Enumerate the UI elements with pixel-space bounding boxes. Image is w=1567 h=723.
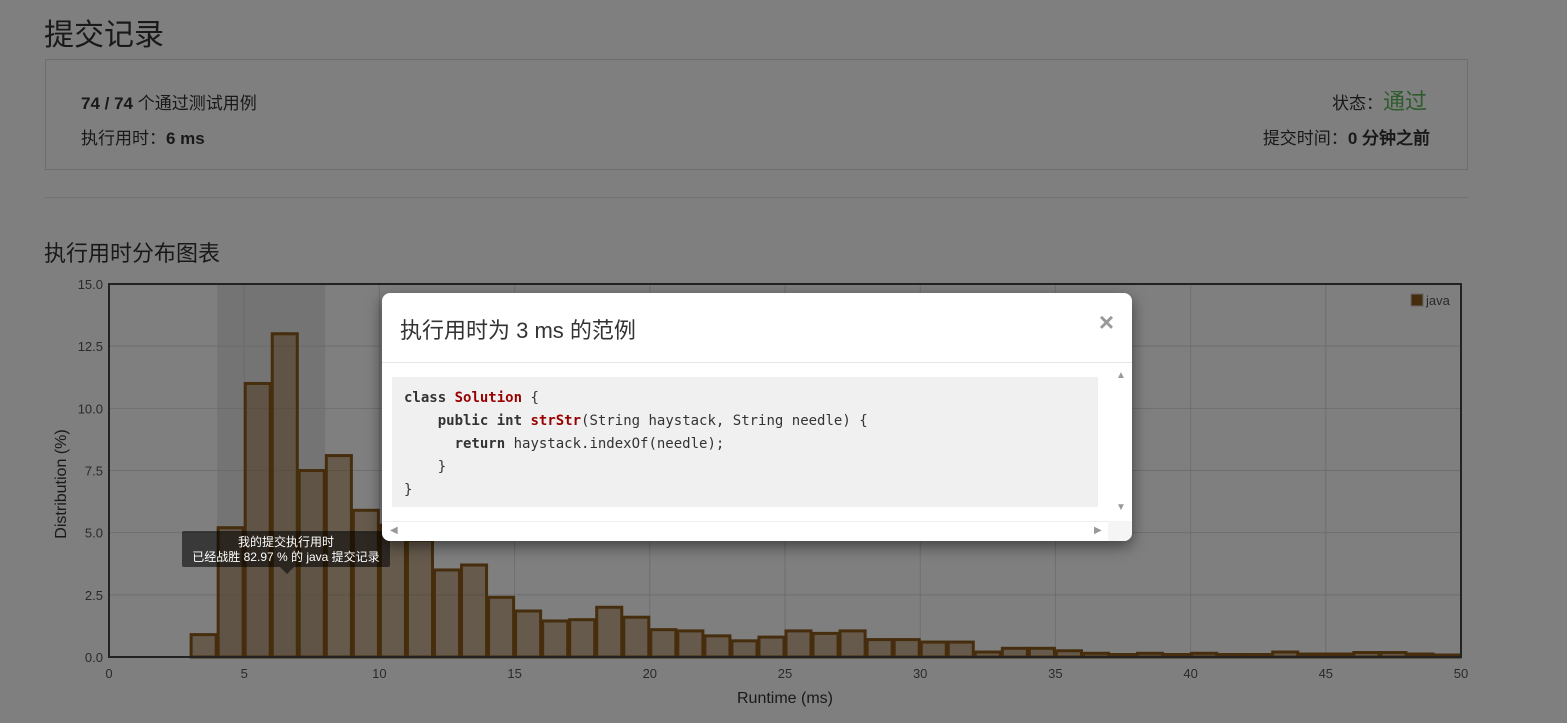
- submission-page: 提交记录 74 / 74 个通过测试用例 执行用时：6 ms 状态：通过 提交时…: [0, 0, 1567, 723]
- scroll-up-icon[interactable]: ▲: [1116, 371, 1126, 381]
- modal-header: 执行用时为 3 ms 的范例 ×: [382, 293, 1132, 363]
- modal-title: 执行用时为 3 ms 的范例: [400, 318, 636, 343]
- close-icon[interactable]: ×: [1099, 307, 1114, 338]
- my-runtime-tooltip: 我的提交执行用时 已经战胜 82.97 % 的 java 提交记录: [182, 531, 390, 567]
- scroll-left-icon[interactable]: ◀: [390, 526, 398, 536]
- scroll-right-icon[interactable]: ▶: [1094, 526, 1102, 536]
- sample-code-modal: 执行用时为 3 ms 的范例 × class Solution { public…: [382, 293, 1132, 541]
- tooltip-line2: 已经战胜 82.97 % 的 java 提交记录: [192, 550, 380, 564]
- scroll-down-icon[interactable]: ▼: [1116, 503, 1126, 513]
- tooltip-arrow: [280, 567, 294, 574]
- tooltip-line1: 我的提交执行用时: [237, 535, 334, 549]
- code-block[interactable]: class Solution { public int strStr(Strin…: [392, 377, 1098, 507]
- horizontal-scrollbar[interactable]: ◀ ▶: [382, 521, 1108, 541]
- vertical-scrollbar[interactable]: ▲ ▼: [1111, 365, 1131, 515]
- code-text: class Solution { public int strStr(Strin…: [404, 390, 868, 498]
- scrollbar-corner: [1108, 521, 1132, 541]
